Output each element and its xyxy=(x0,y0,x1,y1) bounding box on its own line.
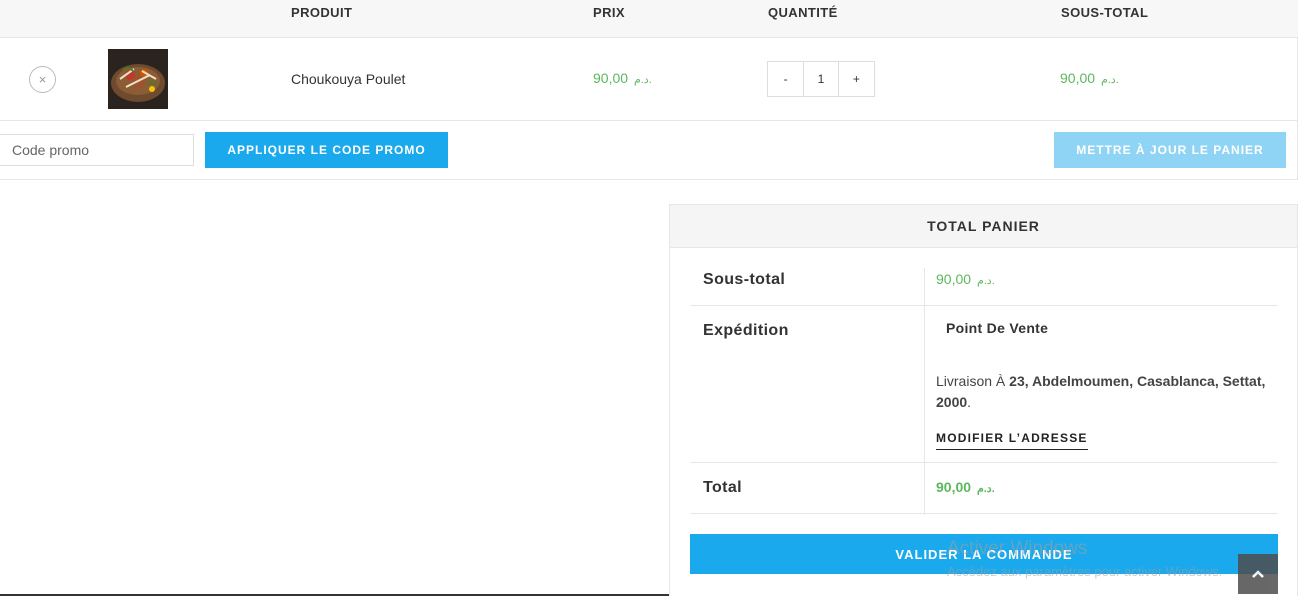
cart-actions: APPLIQUER LE CODE PROMO METTRE À JOUR LE… xyxy=(0,121,1298,180)
subtotal-amount: 90,00 xyxy=(1060,70,1096,86)
item-subtotal: 90,00 د.م. xyxy=(1060,70,1119,86)
shipping-method: Point De Vente xyxy=(946,320,1049,336)
shipping-label: Expédition xyxy=(703,322,789,339)
shipping-destination: Livraison À 23, Abdelmoumen, Casablanca,… xyxy=(936,371,1276,413)
header-subtotal: SOUS-TOTAL xyxy=(1061,5,1149,20)
quantity-increase-button[interactable]: + xyxy=(839,62,874,96)
shipping-suffix: . xyxy=(967,394,972,410)
total-value-amount: 90,00 xyxy=(936,479,972,495)
change-address-link[interactable]: MODIFIER L’ADRESSE xyxy=(936,431,1088,450)
quantity-stepper: - 1 + xyxy=(767,61,875,97)
divider xyxy=(690,462,1278,463)
item-price: 90,00 د.م. xyxy=(593,70,652,86)
header-quantity: QUANTITÉ xyxy=(768,5,838,20)
quantity-input[interactable]: 1 xyxy=(803,62,839,96)
remove-item-button[interactable]: × xyxy=(29,66,56,93)
chevron-up-icon xyxy=(1252,570,1264,578)
update-cart-button[interactable]: METTRE À JOUR LE PANIER xyxy=(1054,132,1286,168)
cart-item-row: × Choukouya Poulet 90,00 د.م. - 1 + 90,0… xyxy=(0,38,1298,121)
total-value-currency: د.م. xyxy=(976,483,995,495)
divider xyxy=(690,305,1278,306)
price-amount: 90,00 xyxy=(593,70,629,86)
promo-code-input[interactable] xyxy=(0,134,194,166)
apply-promo-button[interactable]: APPLIQUER LE CODE PROMO xyxy=(205,132,448,168)
back-to-top-button[interactable] xyxy=(1238,554,1278,594)
divider xyxy=(690,513,1278,514)
header-price: PRIX xyxy=(593,5,625,20)
total-label: Total xyxy=(703,479,743,496)
total-value: 90,00 د.م. xyxy=(936,479,995,495)
price-currency: د.م. xyxy=(633,74,652,86)
subtotal-value-amount: 90,00 xyxy=(936,271,972,287)
cart-totals-title: TOTAL PANIER xyxy=(670,205,1297,248)
cart-table-header: PRODUIT PRIX QUANTITÉ SOUS-TOTAL xyxy=(0,0,1298,38)
product-name-link[interactable]: Choukouya Poulet xyxy=(291,71,405,87)
cart-totals: TOTAL PANIER Sous-total 90,00 د.م. Expéd… xyxy=(669,204,1298,596)
header-product: PRODUIT xyxy=(291,5,353,20)
quantity-decrease-button[interactable]: - xyxy=(768,62,803,96)
product-image xyxy=(108,49,168,109)
product-thumbnail[interactable] xyxy=(108,49,168,109)
subtotal-label: Sous-total xyxy=(703,271,786,288)
subtotal-value: 90,00 د.م. xyxy=(936,271,995,287)
checkout-button[interactable]: VALIDER LA COMMANDE xyxy=(690,534,1278,574)
shipping-prefix: Livraison À xyxy=(936,373,1006,389)
subtotal-currency: د.م. xyxy=(1100,74,1119,86)
close-icon: × xyxy=(38,72,47,87)
subtotal-value-currency: د.م. xyxy=(976,275,995,287)
